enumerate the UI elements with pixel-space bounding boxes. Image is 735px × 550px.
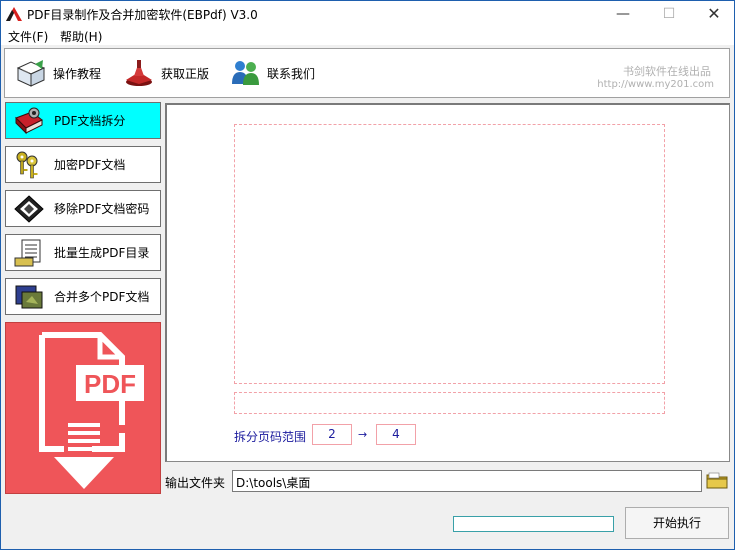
from-page-input[interactable]: 2 [312, 424, 352, 445]
sidebar-item-label: 移除PDF文档密码 [54, 202, 150, 216]
app-logo-icon [6, 7, 22, 21]
tutorial-button[interactable]: 操作教程 [15, 58, 101, 88]
menu-bar: 文件(F) 帮助(H) [0, 27, 735, 45]
progress-bar [453, 516, 614, 532]
file-drop-area[interactable] [234, 124, 665, 384]
sidebar-item-label: 批量生成PDF目录 [54, 246, 150, 260]
brand-url[interactable]: http://www.my201.com [597, 79, 714, 90]
sidebar-item-label: 合并多个PDF文档 [54, 290, 150, 304]
sidebar-item-split[interactable]: PDF文档拆分 [5, 102, 161, 139]
sidebar-item-toc[interactable]: 批量生成PDF目录 [5, 234, 161, 271]
split-panel: 拆分页码范围 2 → 4 [165, 103, 730, 462]
contact-button[interactable]: 联系我们 [229, 58, 315, 88]
tutorial-icon [16, 60, 46, 87]
folder-browse-icon[interactable] [706, 470, 728, 490]
sidebar-item-merge[interactable]: 合并多个PDF文档 [5, 278, 161, 315]
close-button[interactable]: ✕ [691, 1, 735, 28]
start-button[interactable]: 开始执行 [625, 507, 729, 539]
remove-password-icon [14, 194, 44, 223]
brand-name: 书剑软件在线出品 [623, 65, 711, 78]
split-icon [15, 107, 43, 134]
get-license-button[interactable]: 获取正版 [123, 58, 209, 88]
get-license-icon [126, 60, 152, 86]
pdf-document-icon: PDF [39, 332, 144, 489]
sidebar-item-encrypt[interactable]: 加密PDF文档 [5, 146, 161, 183]
file-path-area[interactable] [234, 392, 665, 414]
sidebar-item-label: PDF文档拆分 [54, 114, 126, 128]
output-folder-label: 输出文件夹 [165, 476, 226, 490]
window-title: PDF目录制作及合并加密软件(EBPdf) V3.0 [27, 8, 258, 22]
contact-label: 联系我们 [267, 66, 316, 81]
sidebar-item-label: 加密PDF文档 [54, 158, 126, 172]
output-folder-input[interactable]: D:\tools\桌面 [232, 470, 702, 492]
menu-file[interactable]: 文件(F) [8, 28, 48, 45]
title-bar: PDF目录制作及合并加密软件(EBPdf) V3.0 — ☐ ✕ [0, 0, 735, 27]
arrow-right-icon: → [358, 428, 368, 441]
tutorial-label: 操作教程 [53, 66, 102, 81]
sidebar-item-remove-password[interactable]: 移除PDF文档密码 [5, 190, 161, 227]
to-page-input[interactable]: 4 [376, 424, 416, 445]
pdf-logo-panel: PDF [5, 322, 161, 494]
merge-icon [15, 285, 43, 308]
window-frame-left [0, 45, 1, 550]
contact-icon [232, 61, 259, 85]
menu-help[interactable]: 帮助(H) [60, 28, 102, 45]
toolbar: 操作教程 获取正版 联系我们 书剑软件在线出品 http://www.my201… [4, 48, 730, 98]
logo-text: PDF [84, 369, 136, 399]
keys-icon [16, 151, 38, 178]
get-license-label: 获取正版 [161, 66, 210, 81]
maximize-button[interactable]: ☐ [646, 1, 692, 28]
page-range-label: 拆分页码范围 [234, 430, 307, 444]
toc-icon [14, 239, 41, 266]
minimize-button[interactable]: — [600, 1, 646, 28]
